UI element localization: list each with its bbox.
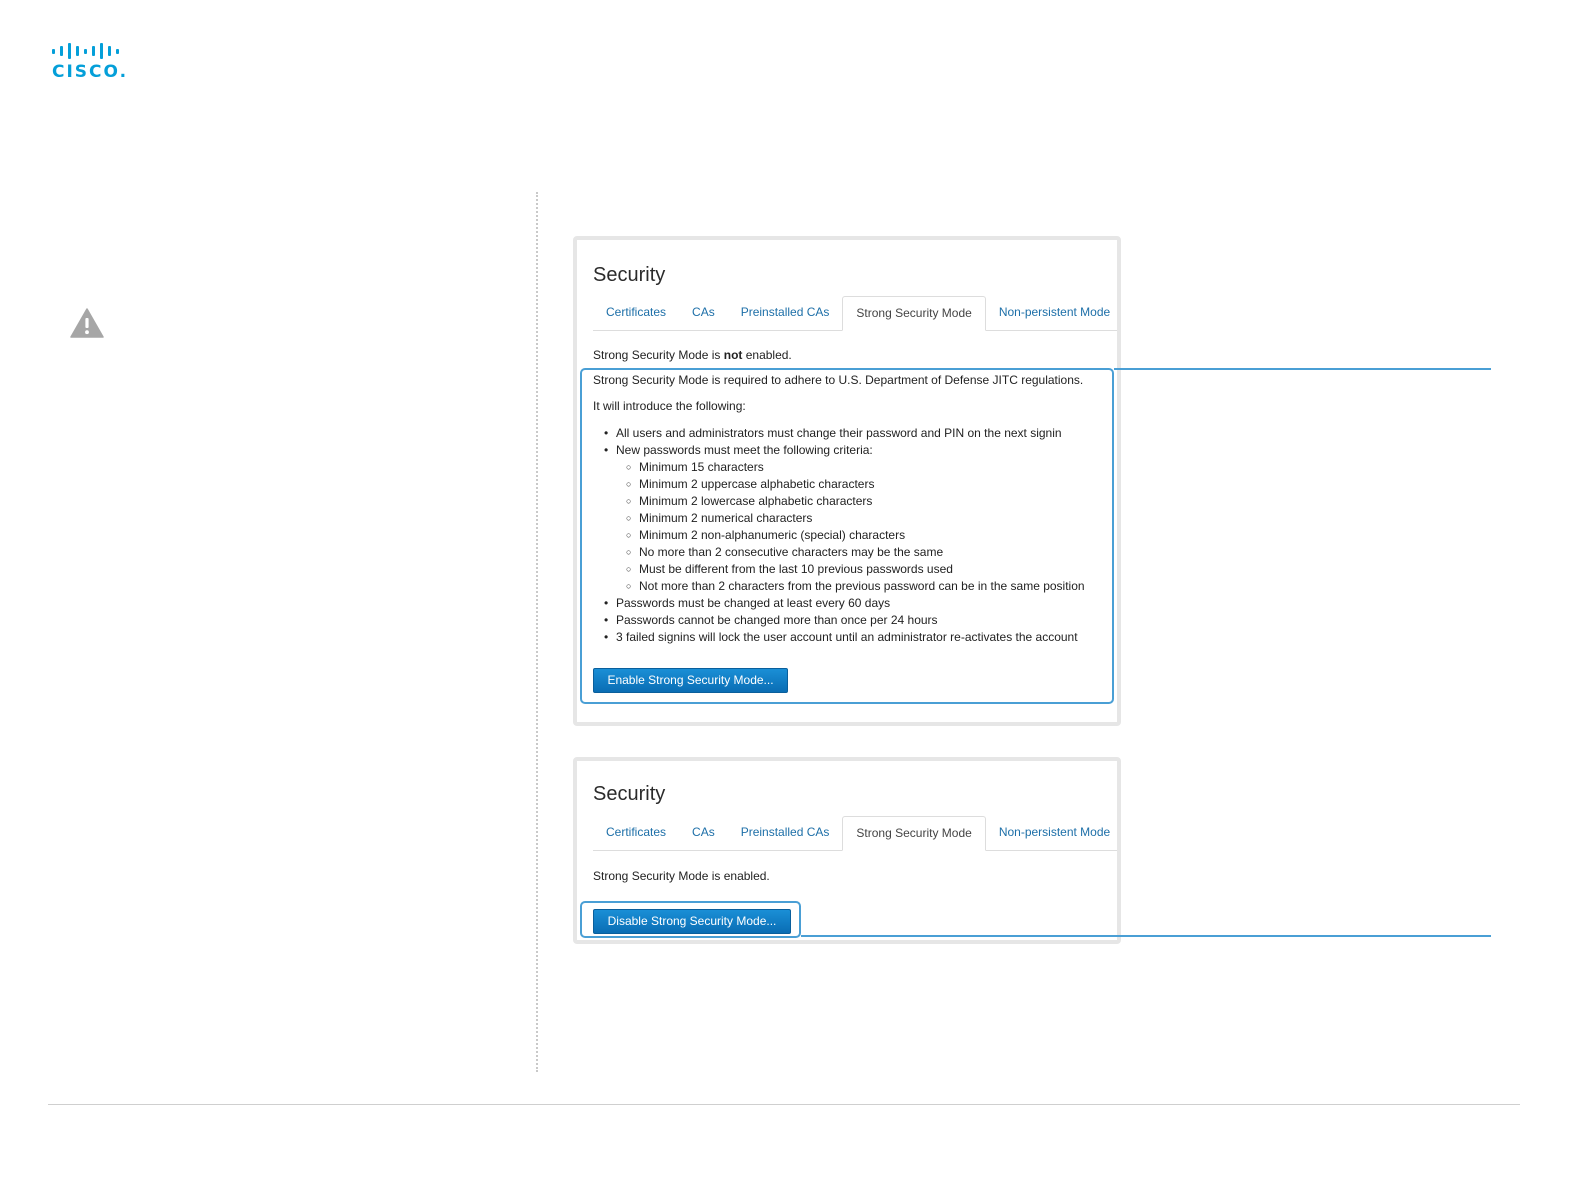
warning-triangle-icon: [70, 308, 104, 338]
security-tabs: Certificates CAs Preinstalled CAs Strong…: [593, 816, 1117, 851]
column-divider: [536, 192, 538, 1072]
status-bold: not: [723, 348, 743, 362]
tab-non-persistent-mode[interactable]: Non-persistent Mode: [986, 296, 1123, 330]
tab-strong-security-mode[interactable]: Strong Security Mode: [842, 296, 986, 331]
status-prefix: Strong Security Mode is: [593, 348, 724, 362]
tab-strong-security-mode[interactable]: Strong Security Mode: [842, 816, 986, 851]
tab-non-persistent-mode[interactable]: Non-persistent Mode: [986, 816, 1123, 850]
panel-title: Security: [593, 783, 666, 805]
callout-highlight-disable: [580, 901, 801, 938]
tab-cas[interactable]: CAs: [679, 296, 728, 330]
tab-certificates[interactable]: Certificates: [593, 816, 679, 850]
panel-title: Security: [593, 264, 666, 286]
cisco-logo-bars: [52, 42, 132, 60]
tab-preinstalled-cas[interactable]: Preinstalled CAs: [728, 816, 843, 850]
callout-line-disable: [801, 935, 1491, 937]
footer-divider: [48, 1104, 1520, 1105]
cisco-logo-text: CISCO.: [52, 62, 129, 82]
status-suffix: enabled.: [742, 348, 792, 362]
tab-certificates[interactable]: Certificates: [593, 296, 679, 330]
cisco-logo: CISCO.: [52, 42, 132, 82]
callout-line-enable: [1114, 368, 1491, 370]
tab-preinstalled-cas[interactable]: Preinstalled CAs: [728, 296, 843, 330]
tab-cas[interactable]: CAs: [679, 816, 728, 850]
status-text: Strong Security Mode is enabled.: [593, 869, 770, 883]
callout-highlight-enable: [580, 368, 1114, 704]
status-text: Strong Security Mode is not enabled.: [593, 348, 792, 362]
security-tabs: Certificates CAs Preinstalled CAs Strong…: [593, 296, 1117, 331]
